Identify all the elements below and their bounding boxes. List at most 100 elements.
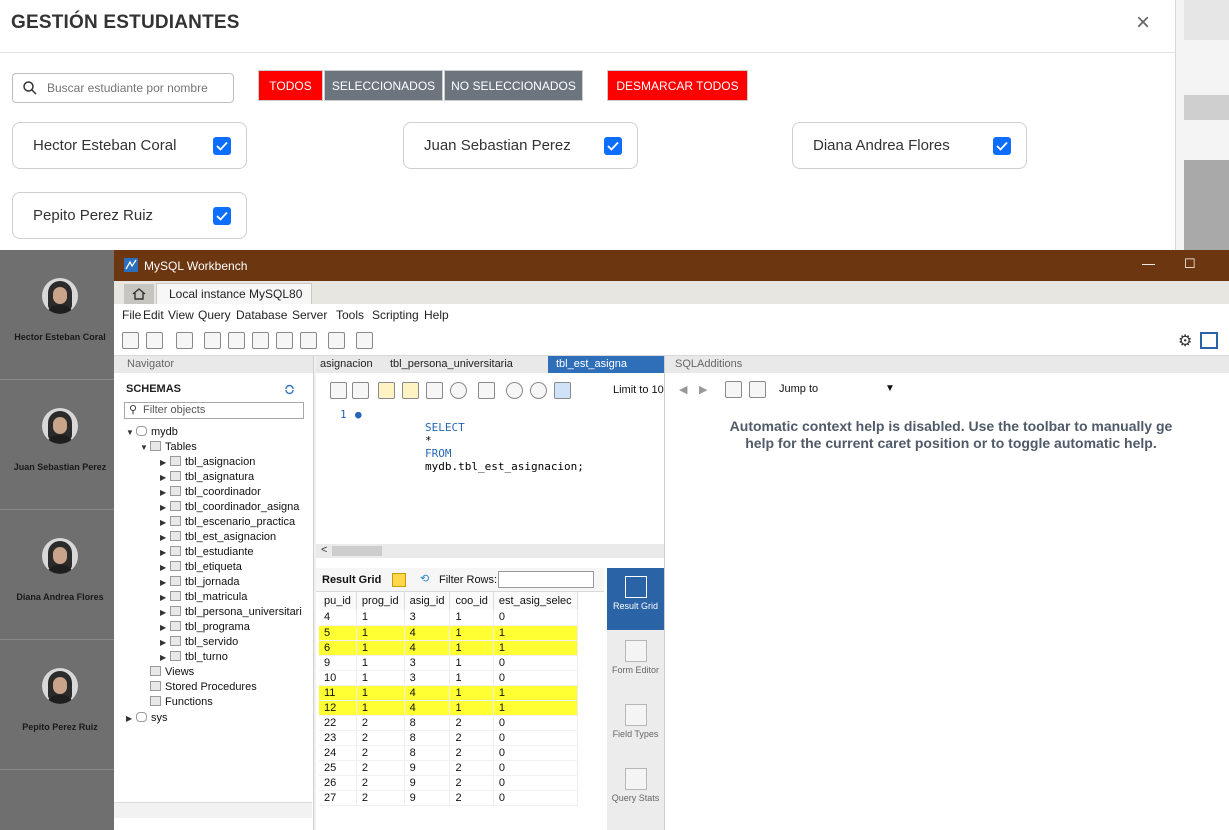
autocommit-icon[interactable] bbox=[554, 382, 571, 399]
table-row[interactable]: 10 1 3 1 0 bbox=[319, 670, 578, 686]
desmarcar-todos-button[interactable]: DESMARCAR TODOS bbox=[607, 70, 748, 101]
table-cell[interactable]: 4 bbox=[319, 610, 357, 626]
table-cell[interactable]: 1 bbox=[449, 640, 494, 656]
table-cell[interactable]: 1 bbox=[493, 685, 578, 701]
table-node[interactable]: ▶ tbl_asignatura bbox=[160, 471, 254, 483]
no-seleccionados-button[interactable]: NO SELECCIONADOS bbox=[444, 70, 583, 101]
toggle-errors-icon[interactable] bbox=[478, 382, 495, 399]
table-cell[interactable]: 0 bbox=[493, 610, 578, 626]
editor-scrollbar[interactable]: < bbox=[316, 544, 664, 558]
refresh-icon[interactable] bbox=[284, 384, 295, 395]
table-cell[interactable]: 1 bbox=[356, 640, 405, 656]
table-cell[interactable]: 1 bbox=[356, 655, 405, 671]
table-cell[interactable]: 1 bbox=[449, 700, 494, 716]
table-cell[interactable]: 24 bbox=[319, 745, 357, 761]
table-cell[interactable]: 2 bbox=[356, 775, 405, 791]
table-cell[interactable]: 6 bbox=[319, 640, 357, 656]
stored-procedures-node[interactable]: Stored Procedures bbox=[150, 681, 257, 693]
menu-query[interactable]: Query bbox=[198, 308, 231, 322]
table-cell[interactable]: 0 bbox=[493, 730, 578, 746]
table-cell[interactable]: 26 bbox=[319, 775, 357, 791]
table-row[interactable]: 27 2 9 2 0 bbox=[319, 790, 578, 806]
close-icon[interactable]: × bbox=[1136, 9, 1150, 37]
menu-database[interactable]: Database bbox=[236, 308, 287, 322]
menu-scripting[interactable]: Scripting bbox=[372, 308, 419, 322]
table-cell[interactable]: 1 bbox=[356, 700, 405, 716]
table-row[interactable]: 91310 bbox=[319, 655, 578, 671]
list-item[interactable]: Diana Andrea Flores bbox=[0, 510, 120, 640]
minimize-icon[interactable]: — bbox=[1142, 256, 1155, 271]
table-cell[interactable]: 1 bbox=[449, 685, 494, 701]
connection-tab[interactable]: Local instance MySQL80 × bbox=[156, 283, 312, 315]
todos-button[interactable]: TODOS bbox=[258, 70, 323, 101]
menu-edit[interactable]: Edit bbox=[143, 308, 164, 322]
filter-objects-input[interactable]: Filter objects bbox=[124, 402, 304, 419]
student-card[interactable]: Diana Andrea Flores bbox=[792, 122, 1027, 169]
create-table-icon[interactable] bbox=[228, 332, 245, 349]
table-node[interactable]: ▶ tbl_est_asignacion bbox=[160, 531, 276, 543]
table-cell[interactable]: 1 bbox=[493, 700, 578, 716]
table-cell[interactable]: 5 bbox=[319, 625, 357, 641]
menu-file[interactable]: File bbox=[122, 308, 141, 322]
table-cell[interactable]: 0 bbox=[493, 670, 578, 686]
back-icon[interactable]: ◀ bbox=[679, 383, 687, 396]
table-cell[interactable]: 22 bbox=[319, 715, 357, 731]
table-node[interactable]: ▶ tbl_asignacion bbox=[160, 456, 255, 468]
table-row[interactable]: 24 2 8 2 0 bbox=[319, 745, 578, 761]
table-row[interactable]: 26 2 9 2 0 bbox=[319, 775, 578, 791]
navigator-scrollbar[interactable] bbox=[114, 802, 312, 818]
table-cell[interactable]: 8 bbox=[404, 730, 451, 746]
table-row[interactable]: 23 2 8 2 0 bbox=[319, 730, 578, 746]
result-grid[interactable]: pu_id prog_id asig_id coo_id est_asig_se… bbox=[319, 592, 578, 806]
table-cell[interactable]: 9 bbox=[319, 655, 357, 671]
table-cell[interactable]: 4 bbox=[404, 625, 451, 641]
field-types-tool[interactable]: Field Types bbox=[607, 698, 664, 756]
table-cell[interactable]: 0 bbox=[493, 715, 578, 731]
table-cell[interactable]: 1 bbox=[356, 685, 405, 701]
table-node[interactable]: ▶ tbl_estudiante bbox=[160, 546, 254, 558]
column-header[interactable]: pu_id bbox=[319, 592, 357, 610]
table-cell[interactable]: 8 bbox=[404, 715, 451, 731]
panel-toggle-icon[interactable] bbox=[1200, 332, 1218, 349]
jump-to-select[interactable]: Jump to ▼ bbox=[779, 383, 907, 400]
tab-persona-universitaria[interactable]: tbl_persona_universitaria bbox=[390, 358, 513, 370]
column-header[interactable]: asig_id bbox=[404, 592, 451, 610]
grid-view-icon[interactable] bbox=[392, 573, 406, 587]
table-cell[interactable]: 9 bbox=[404, 775, 451, 791]
tab-asignacion[interactable]: asignacion bbox=[320, 358, 373, 370]
views-node[interactable]: Views bbox=[150, 666, 194, 678]
auto-help-icon[interactable] bbox=[749, 381, 766, 398]
student-checkbox[interactable] bbox=[604, 137, 622, 155]
table-cell[interactable]: 3 bbox=[404, 610, 451, 626]
menu-tools[interactable]: Tools bbox=[336, 308, 364, 322]
table-cell[interactable]: 2 bbox=[449, 760, 494, 776]
table-cell[interactable]: 11 bbox=[319, 685, 357, 701]
table-cell[interactable]: 0 bbox=[493, 790, 578, 806]
table-node[interactable]: ▶ tbl_persona_universitari bbox=[160, 606, 302, 618]
table-cell[interactable]: 1 bbox=[356, 625, 405, 641]
schema-node[interactable]: ▼ mydb bbox=[126, 426, 178, 438]
inspector-icon[interactable] bbox=[176, 332, 193, 349]
execute-icon[interactable] bbox=[378, 382, 395, 399]
student-checkbox[interactable] bbox=[993, 137, 1011, 155]
table-cell[interactable]: 1 bbox=[493, 625, 578, 641]
table-cell[interactable]: 4 bbox=[404, 700, 451, 716]
reconnect-icon[interactable] bbox=[356, 332, 373, 349]
table-cell[interactable]: 9 bbox=[404, 790, 451, 806]
open-sql-file-icon[interactable] bbox=[146, 332, 163, 349]
settings-icon[interactable]: ⚙ bbox=[1178, 331, 1192, 351]
menu-server[interactable]: Server bbox=[292, 308, 327, 322]
table-cell[interactable]: 4 bbox=[404, 640, 451, 656]
search-input[interactable] bbox=[47, 81, 217, 95]
table-node[interactable]: ▶ tbl_coordinador_asigna bbox=[160, 501, 299, 513]
home-tab[interactable] bbox=[124, 284, 154, 304]
table-row[interactable]: 61411 bbox=[319, 640, 578, 656]
menu-view[interactable]: View bbox=[168, 308, 194, 322]
search-box[interactable] bbox=[12, 73, 234, 103]
create-procedure-icon[interactable] bbox=[276, 332, 293, 349]
table-cell[interactable]: 2 bbox=[449, 745, 494, 761]
table-row[interactable]: 12 1 4 1 1 bbox=[319, 700, 578, 716]
table-node[interactable]: ▶ tbl_jornada bbox=[160, 576, 239, 588]
table-cell[interactable]: 10 bbox=[319, 670, 357, 686]
table-cell[interactable]: 8 bbox=[404, 745, 451, 761]
